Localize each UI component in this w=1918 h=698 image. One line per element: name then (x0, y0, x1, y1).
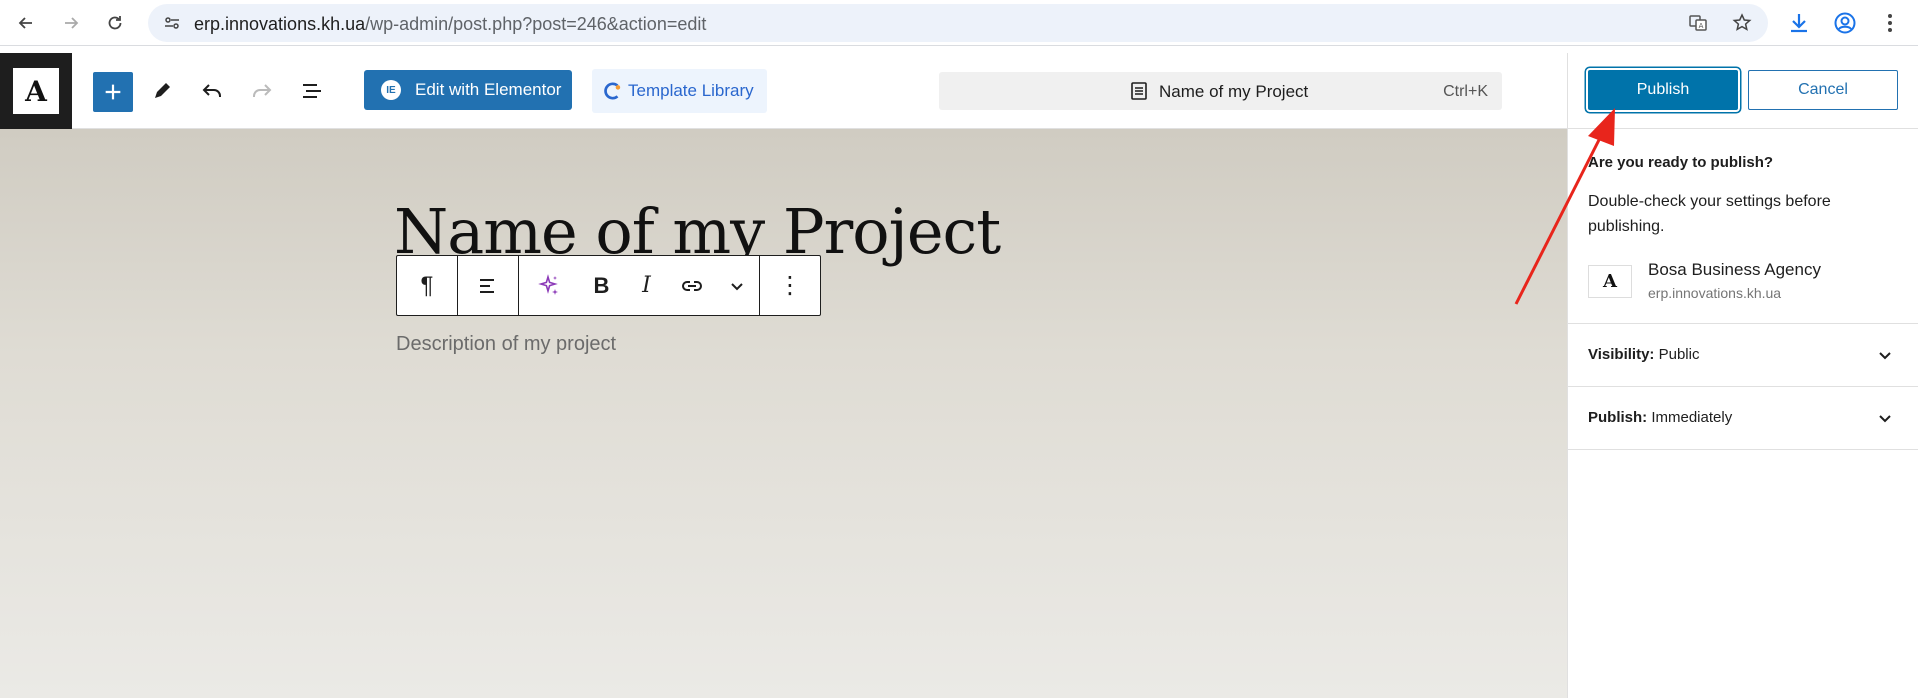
publish-time-text: Publish: Immediately (1588, 409, 1732, 426)
editor-canvas: Name of my Project Description of my pro… (0, 129, 1568, 698)
pencil-icon (155, 83, 170, 98)
ready-question: Are you ready to publish? (1588, 154, 1774, 171)
download-button[interactable] (1787, 11, 1811, 35)
publish-panel: Publish Cancel Are you ready to publish?… (1568, 53, 1918, 698)
site-logo: A (13, 68, 59, 114)
bold-icon: B (593, 272, 610, 298)
align-button[interactable] (458, 256, 518, 315)
redo-icon (253, 84, 272, 97)
block-inserter-button[interactable] (93, 72, 133, 112)
visibility-label: Visibility: (1588, 346, 1655, 363)
sparkles-icon (538, 273, 558, 295)
arrow-left-icon (18, 17, 32, 29)
url-path: /wp-admin/post.php?post=246&action=edit (365, 14, 707, 34)
document-overview-button[interactable] (292, 71, 332, 111)
url-text: erp.innovations.kh.ua/wp-admin/post.php?… (194, 14, 706, 35)
plus-icon (105, 84, 121, 100)
format-group: B I (519, 256, 760, 315)
forward-button[interactable] (56, 8, 86, 38)
bookmark-star-icon[interactable] (1732, 13, 1752, 33)
template-library-button[interactable]: Template Library (592, 69, 767, 113)
visibility-value: Public (1658, 346, 1700, 363)
document-bar[interactable]: Name of my Project Ctrl+K (939, 72, 1502, 110)
list-view-icon (303, 84, 321, 98)
more-vertical-icon: ⋮ (778, 272, 802, 299)
document-icon (1131, 82, 1147, 100)
more-formats-button[interactable] (714, 256, 759, 315)
chevron-down-icon (1879, 415, 1891, 423)
publish-time-value: Immediately (1651, 409, 1733, 426)
link-button[interactable] (669, 256, 714, 315)
translate-icon[interactable]: A (1688, 13, 1708, 33)
undo-button[interactable] (192, 71, 232, 111)
tools-button[interactable] (142, 71, 182, 111)
download-icon (1791, 14, 1807, 33)
align-left-icon (480, 278, 494, 293)
account-circle-icon (1834, 12, 1856, 34)
publish-time-row[interactable]: Publish: Immediately (1568, 387, 1918, 449)
site-logo-button[interactable]: A (0, 53, 72, 129)
reload-icon (108, 16, 122, 30)
block-toolbar: ¶ B I ⋮ (396, 255, 821, 316)
browser-toolbar: erp.innovations.kh.ua/wp-admin/post.php?… (0, 0, 1918, 46)
ai-assistant-button[interactable] (519, 256, 579, 315)
site-settings-icon[interactable] (162, 13, 182, 33)
visibility-row[interactable]: Visibility: Public (1568, 324, 1918, 386)
link-icon (681, 280, 702, 291)
redo-button[interactable] (242, 71, 282, 111)
block-type-group: ¶ (397, 256, 458, 315)
publish-button[interactable]: Publish (1588, 70, 1738, 110)
site-icon: A (1588, 265, 1632, 298)
block-options-button[interactable]: ⋮ (760, 256, 820, 315)
browser-menu-button[interactable] (1878, 11, 1902, 35)
arrow-right-icon (65, 17, 79, 29)
template-library-icon (604, 82, 621, 100)
undo-icon (202, 84, 221, 97)
paragraph-icon: ¶ (420, 271, 434, 299)
ready-text: Double-check your settings before publis… (1588, 193, 1831, 235)
chevron-down-icon (1879, 352, 1891, 360)
italic-icon: I (642, 273, 651, 298)
post-description[interactable]: Description of my project (396, 333, 616, 356)
visibility-text: Visibility: Public (1588, 346, 1699, 363)
publish-time-label: Publish: (1588, 409, 1648, 426)
site-name: Bosa Business Agency (1648, 260, 1821, 279)
elementor-button-label: Edit with Elementor (415, 80, 562, 99)
svg-text:A: A (1699, 22, 1704, 30)
document-title: Name of my Project (1159, 82, 1309, 101)
cancel-button[interactable]: Cancel (1748, 70, 1898, 110)
profile-button[interactable] (1833, 11, 1857, 35)
panel-separator (1568, 128, 1918, 129)
command-shortcut: Ctrl+K (1443, 83, 1488, 100)
panel-separator (1568, 449, 1918, 450)
italic-button[interactable]: I (624, 256, 669, 315)
elementor-icon: IE (381, 80, 401, 100)
reload-button[interactable] (100, 8, 130, 38)
kebab-menu-icon (1888, 14, 1892, 32)
address-bar[interactable]: erp.innovations.kh.ua/wp-admin/post.php?… (148, 4, 1768, 42)
edit-with-elementor-button[interactable]: IE Edit with Elementor (364, 70, 572, 110)
chevron-down-icon (730, 282, 743, 290)
back-button[interactable] (11, 8, 41, 38)
alignment-group (458, 256, 519, 315)
paragraph-button[interactable]: ¶ (397, 256, 457, 315)
site-url: erp.innovations.kh.ua (1648, 285, 1782, 301)
options-group: ⋮ (760, 256, 820, 315)
url-domain: erp.innovations.kh.ua (194, 14, 366, 34)
template-library-label: Template Library (628, 81, 754, 100)
bold-button[interactable]: B (579, 256, 624, 315)
